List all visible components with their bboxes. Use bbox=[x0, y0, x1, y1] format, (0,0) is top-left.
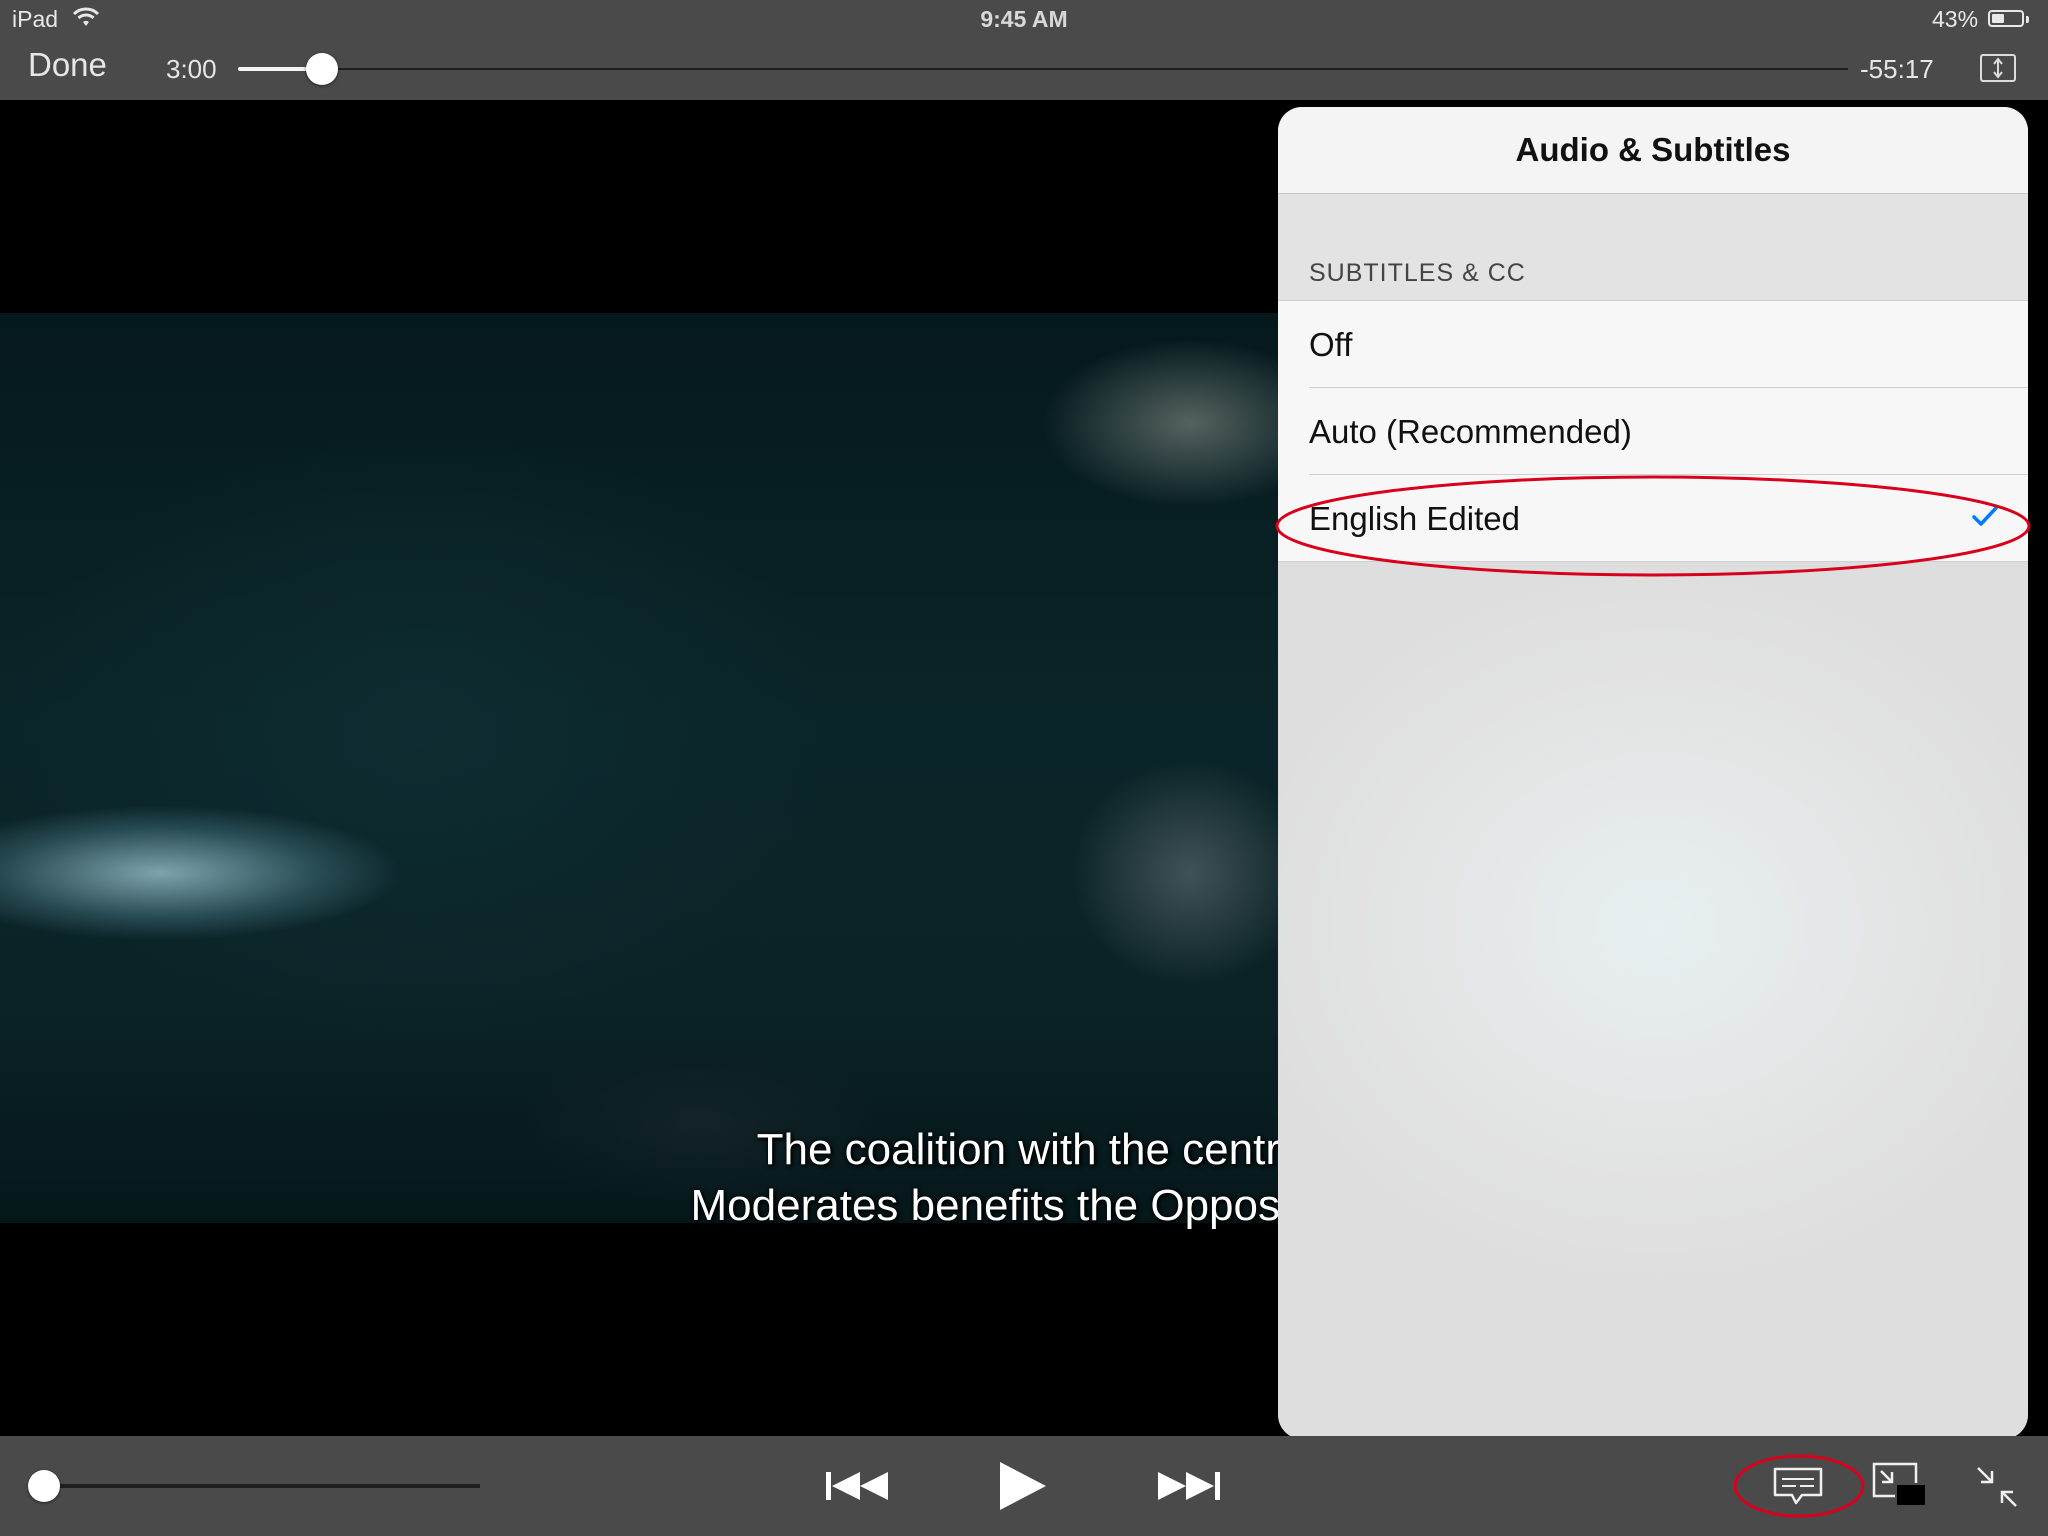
scrubber-knob[interactable] bbox=[305, 53, 338, 85]
remaining-time: -55:17 bbox=[1860, 54, 1934, 84]
option-label: Auto (Recommended) bbox=[1309, 412, 1632, 450]
subtitle-option-english-edited[interactable]: English Edited bbox=[1278, 475, 2028, 562]
battery-icon bbox=[1988, 10, 2024, 27]
scrubber[interactable] bbox=[238, 53, 1848, 85]
skip-back-icon bbox=[826, 1472, 888, 1500]
section-header: SUBTITLES & CC bbox=[1278, 194, 2028, 301]
volume-knob[interactable] bbox=[28, 1470, 60, 1502]
aspect-ratio-button[interactable] bbox=[1980, 54, 2016, 82]
bottom-bar bbox=[0, 1436, 2048, 1536]
skip-forward-button[interactable] bbox=[1154, 1460, 1224, 1512]
play-icon bbox=[1000, 1462, 1046, 1510]
subtitles-icon bbox=[1773, 1467, 1823, 1505]
done-button[interactable]: Done bbox=[28, 46, 107, 84]
option-label: English Edited bbox=[1309, 499, 1520, 537]
subtitle-line-1: The coalition with the centr bbox=[756, 1125, 1280, 1174]
clock: 9:45 AM bbox=[980, 6, 1068, 32]
skip-forward-icon bbox=[1158, 1472, 1220, 1500]
picture-in-picture-icon bbox=[1872, 1462, 1927, 1507]
checkmark-icon bbox=[1972, 506, 1998, 526]
subtitles-button[interactable] bbox=[1772, 1466, 1824, 1506]
popover-title: Audio & Subtitles bbox=[1278, 107, 2028, 194]
picture-in-picture-button[interactable] bbox=[1872, 1462, 1928, 1508]
scrubber-track bbox=[238, 68, 1848, 70]
subtitle-option-auto[interactable]: Auto (Recommended) bbox=[1278, 388, 2028, 475]
subtitle-line-2: Moderates benefits the Oppos bbox=[690, 1181, 1280, 1230]
video-frame[interactable] bbox=[0, 313, 1280, 1223]
skip-back-button[interactable] bbox=[822, 1460, 892, 1512]
volume-slider[interactable] bbox=[28, 1470, 480, 1502]
exit-fullscreen-icon bbox=[1977, 1467, 2017, 1507]
aspect-ratio-icon bbox=[1993, 57, 2003, 79]
battery-percent: 43% bbox=[1932, 6, 1979, 32]
battery-cap bbox=[2026, 16, 2029, 23]
elapsed-time: 3:00 bbox=[166, 54, 217, 84]
subtitle-option-off[interactable]: Off bbox=[1278, 301, 2028, 388]
exit-fullscreen-button[interactable] bbox=[1974, 1464, 2020, 1510]
option-label: Off bbox=[1309, 325, 1353, 363]
video-subtitle: The coalition with the centr Moderates b… bbox=[660, 1122, 1280, 1234]
audio-subtitles-popover: Audio & Subtitles SUBTITLES & CC Off Aut… bbox=[1278, 107, 2028, 1453]
top-bar: iPad 9:45 AM 43% Done 3:00 -55:17 bbox=[0, 0, 2048, 100]
play-button[interactable] bbox=[996, 1456, 1050, 1516]
section-header-label: SUBTITLES & CC bbox=[1309, 259, 1526, 287]
